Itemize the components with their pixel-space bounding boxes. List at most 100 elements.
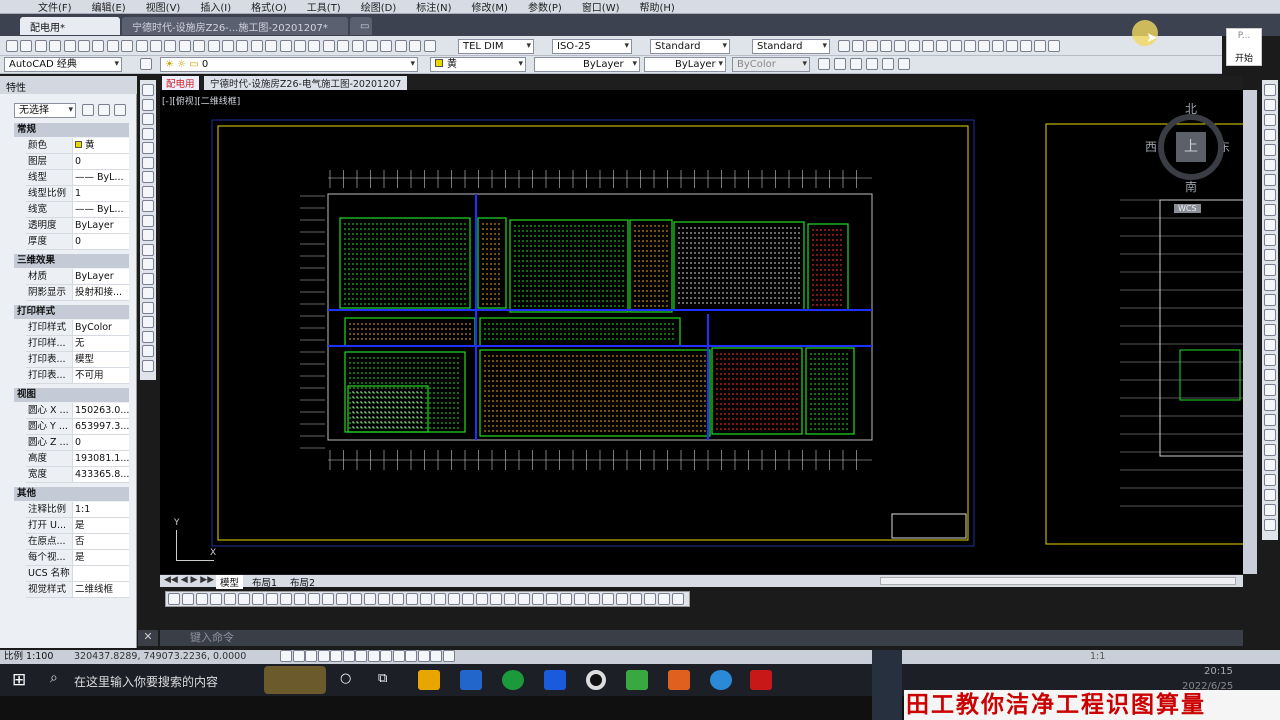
file-tab-active[interactable]: 配电用*	[20, 17, 120, 35]
dim-9-icon[interactable]	[294, 593, 306, 605]
viewcube-west[interactable]: 西	[1145, 138, 1157, 155]
annotation-scale[interactable]: 1:1	[1090, 650, 1105, 664]
view-tool-5-icon[interactable]	[898, 58, 910, 70]
modify-19-icon[interactable]	[1264, 369, 1276, 381]
dim-7-icon[interactable]	[266, 593, 278, 605]
property-row[interactable]: 打印表... 不可用	[26, 368, 129, 384]
property-row[interactable]: 颜色 黄	[26, 138, 129, 154]
modify-18-icon[interactable]	[1264, 354, 1276, 366]
dim-6-icon[interactable]	[252, 593, 264, 605]
tool-13-icon[interactable]	[193, 40, 206, 52]
draw-16-icon[interactable]	[142, 316, 154, 328]
tool-1-icon[interactable]	[20, 40, 33, 52]
tool-19-icon[interactable]	[279, 40, 292, 52]
dim-18-icon[interactable]	[420, 593, 432, 605]
modify-29-icon[interactable]	[1264, 519, 1276, 531]
draw-10-icon[interactable]	[142, 229, 154, 241]
dim-27-icon[interactable]	[546, 593, 558, 605]
modify-0-icon[interactable]	[1264, 84, 1276, 96]
view-tool-0-icon[interactable]	[818, 58, 830, 70]
property-value-cell[interactable]: 二维线框	[72, 582, 129, 597]
word-icon[interactable]	[544, 670, 566, 690]
tool-b-9-icon[interactable]	[964, 40, 976, 52]
tool-15-icon[interactable]	[222, 40, 234, 52]
draw-9-icon[interactable]	[142, 214, 154, 227]
dim-16-icon[interactable]	[392, 593, 404, 605]
view-tool-3-icon[interactable]	[866, 58, 878, 70]
tool-b-10-icon[interactable]	[978, 40, 990, 52]
property-value-cell[interactable]: 433365.8...	[72, 467, 129, 482]
layer-select[interactable]: ☀ ☼ ▭ 0	[160, 57, 418, 72]
modify-25-icon[interactable]	[1264, 459, 1276, 471]
property-value-cell[interactable]: 0	[72, 154, 129, 169]
modify-22-icon[interactable]	[1264, 414, 1276, 426]
property-row[interactable]: 图层 0	[26, 154, 129, 170]
status-8-icon[interactable]	[380, 650, 392, 662]
status-7-icon[interactable]	[367, 650, 380, 662]
tool-27-icon[interactable]	[394, 40, 407, 52]
property-section-header[interactable]: 三维效果	[14, 254, 129, 268]
draw-3-icon[interactable]	[142, 127, 154, 140]
draw-2-icon[interactable]	[142, 113, 154, 125]
property-section-header[interactable]: 常规	[14, 123, 129, 137]
dim-24-icon[interactable]	[504, 593, 516, 605]
property-row[interactable]: 厚度 0	[26, 234, 129, 250]
tool-b-11-icon[interactable]	[992, 40, 1004, 52]
property-row[interactable]: 阴影显示 投射和接...	[26, 285, 129, 301]
wcs-button[interactable]: WCS	[1174, 204, 1201, 213]
dim-23-icon[interactable]	[490, 593, 502, 605]
layout-nav-arrows[interactable]: ◀◀ ◀ ▶ ▶▶	[164, 575, 214, 585]
tool-b-4-icon[interactable]	[894, 40, 906, 52]
selection-select[interactable]: 无选择	[14, 103, 76, 118]
dim-0-icon[interactable]	[168, 593, 180, 605]
modify-16-icon[interactable]	[1264, 324, 1276, 336]
store-icon[interactable]	[460, 670, 482, 690]
property-row[interactable]: 打印表... 模型	[26, 352, 129, 368]
menu-item-7[interactable]: 标注(N)	[416, 0, 451, 14]
tool-8-icon[interactable]	[121, 40, 134, 52]
dim-35-icon[interactable]	[658, 593, 670, 605]
tool-11-icon[interactable]	[164, 40, 177, 52]
viewcube[interactable]: 北 西 东 南 上	[1145, 100, 1230, 194]
tool-18-icon[interactable]	[265, 40, 278, 52]
drawing-tab-b[interactable]: 宁德时代-设施房Z26-电气施工图-20201207	[204, 76, 408, 90]
draw-18-icon[interactable]	[142, 345, 154, 357]
lineweight-select[interactable]: ByLayer	[644, 57, 726, 72]
draw-4-icon[interactable]	[142, 142, 154, 154]
menu-item-1[interactable]: 编辑(E)	[92, 0, 126, 14]
dim-31-icon[interactable]	[602, 593, 614, 605]
dim-21-icon[interactable]	[462, 593, 474, 605]
mleader-style-select[interactable]: Standard	[752, 39, 830, 54]
status-4-icon[interactable]	[330, 650, 342, 662]
property-row[interactable]: 高度 193081.1...	[26, 451, 129, 467]
draw-14-icon[interactable]	[142, 287, 154, 299]
property-value-cell[interactable]: ByColor	[72, 320, 129, 335]
layer-properties-icon[interactable]	[140, 58, 152, 70]
windows-start-icon[interactable]: ⊞	[12, 670, 26, 690]
status-6-icon[interactable]	[355, 650, 367, 662]
dim-22-icon[interactable]	[476, 593, 488, 605]
property-value-cell[interactable]: ByLayer	[72, 269, 129, 284]
tool-26-icon[interactable]	[380, 40, 393, 52]
dim-20-icon[interactable]	[448, 593, 460, 605]
modify-24-icon[interactable]	[1264, 444, 1276, 456]
tool-6-icon[interactable]	[92, 40, 105, 52]
modify-9-icon[interactable]	[1264, 219, 1276, 231]
file-tab-2[interactable]: 宁德时代-设施房Z26-...施工图-20201207*	[122, 17, 348, 35]
tool-10-icon[interactable]	[150, 40, 162, 52]
dim-11-icon[interactable]	[322, 593, 334, 605]
draw-13-icon[interactable]	[142, 272, 154, 285]
tool-21-icon[interactable]	[308, 40, 321, 52]
record-icon[interactable]	[586, 670, 606, 690]
tool-b-6-icon[interactable]	[922, 40, 934, 52]
modify-17-icon[interactable]	[1264, 339, 1276, 351]
dim-25-icon[interactable]	[518, 593, 530, 605]
modify-26-icon[interactable]	[1264, 474, 1276, 486]
modify-8-icon[interactable]	[1264, 204, 1276, 216]
tool-16-icon[interactable]	[236, 40, 249, 52]
property-value-cell[interactable]: 0	[72, 435, 129, 450]
tool-24-icon[interactable]	[351, 40, 364, 52]
dim-10-icon[interactable]	[308, 593, 320, 605]
tool-9-icon[interactable]	[135, 40, 148, 52]
property-value-cell[interactable]: 否	[72, 534, 129, 549]
